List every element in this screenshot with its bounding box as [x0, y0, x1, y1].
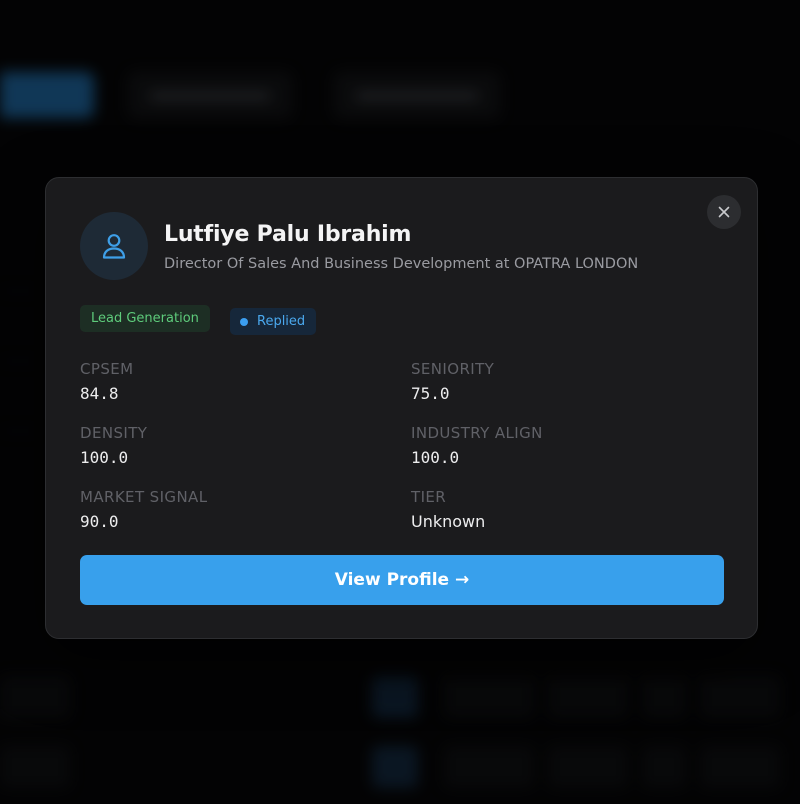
- profile-title: Director Of Sales And Business Developme…: [164, 256, 639, 272]
- metric-label-density: DENSITY: [80, 424, 148, 442]
- avatar: [80, 212, 148, 280]
- metric-value-industry-align: 100.0: [411, 448, 460, 467]
- profile-name: Lutfiye Palu Ibrahim: [164, 222, 412, 247]
- status-label: Replied: [257, 314, 306, 329]
- metric-label-seniority: SENIORITY: [411, 360, 495, 378]
- status-badge: Replied: [230, 308, 317, 335]
- lead-generation-label: Lead Generation: [91, 311, 199, 326]
- close-icon: [718, 206, 730, 218]
- lead-generation-badge: Lead Generation: [80, 305, 210, 332]
- metric-label-market-signal: MARKET SIGNAL: [80, 488, 208, 506]
- view-profile-button[interactable]: View Profile →: [80, 555, 724, 605]
- metric-value-tier: Unknown: [411, 512, 486, 531]
- dot-icon: [240, 317, 248, 326]
- metric-label-cpsem: CPSEM: [80, 360, 134, 378]
- metric-value-cpsem: 84.8: [80, 384, 119, 403]
- profile-modal: Lutfiye Palu Ibrahim Director Of Sales A…: [45, 177, 758, 639]
- metric-label-tier: TIER: [411, 488, 447, 506]
- close-button[interactable]: [707, 195, 741, 229]
- metric-value-market-signal: 90.0: [80, 512, 119, 531]
- user-icon: [102, 234, 126, 259]
- metric-label-industry-align: INDUSTRY ALIGN: [411, 424, 543, 442]
- metric-value-seniority: 75.0: [411, 384, 450, 403]
- metric-value-density: 100.0: [80, 448, 129, 467]
